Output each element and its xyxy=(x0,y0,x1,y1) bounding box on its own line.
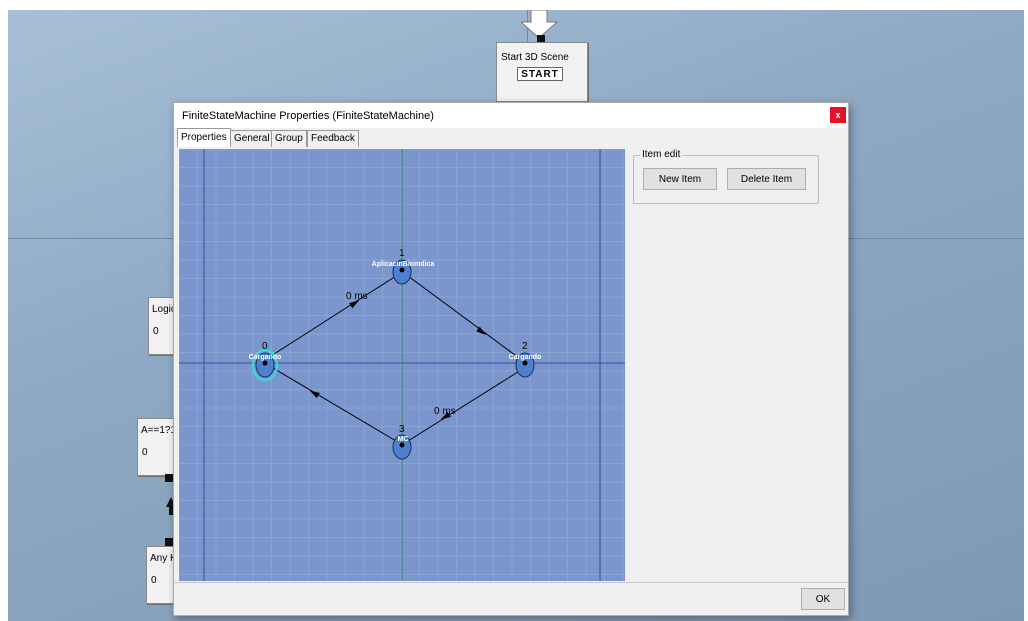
state-dot xyxy=(399,267,405,273)
delete-item-button[interactable]: Delete Item xyxy=(727,168,806,190)
output-pin[interactable] xyxy=(165,474,173,482)
state-id: 0 xyxy=(262,341,268,352)
item-edit-group: Item edit New Item Delete Item xyxy=(633,149,819,204)
dialog-footer: OK xyxy=(174,582,848,615)
transition-label: 0 ms xyxy=(346,291,368,302)
connector-line xyxy=(8,238,173,239)
state-id: 1 xyxy=(399,248,405,259)
tab-group[interactable]: Group xyxy=(271,130,307,147)
state-0[interactable]: 0 Cargando xyxy=(249,341,282,381)
state-machine-diagram[interactable]: 0 ms 0 ms 0 Cargando 1 AplicacinBiomdica… xyxy=(179,149,625,581)
node-value: 0 xyxy=(151,575,157,586)
close-button[interactable]: x xyxy=(830,107,846,123)
transition-edge[interactable] xyxy=(407,369,522,442)
transition-label: 0 ms xyxy=(434,406,456,417)
start-3d-scene-node[interactable]: Start 3D Scene START xyxy=(496,42,588,102)
node-value: 0 xyxy=(142,447,148,458)
tab-feedback[interactable]: Feedback xyxy=(307,130,359,147)
transition-edge[interactable] xyxy=(407,275,520,359)
ok-button[interactable]: OK xyxy=(801,588,845,610)
state-dot xyxy=(522,360,528,366)
dialog-title: FiniteStateMachine Properties (FiniteSta… xyxy=(182,110,434,122)
group-legend: Item edit xyxy=(640,149,683,160)
state-name: Cargando xyxy=(249,354,282,361)
state-3[interactable]: 3 MC xyxy=(392,424,412,460)
new-item-button[interactable]: New Item xyxy=(643,168,717,190)
dialog-titlebar[interactable]: FiniteStateMachine Properties (FiniteSta… xyxy=(174,103,848,128)
state-dot xyxy=(262,360,268,366)
node-value: 0 xyxy=(153,326,159,337)
state-2[interactable]: 2 Cargando xyxy=(509,341,542,378)
transition-edge[interactable] xyxy=(272,367,397,442)
state-name: MC xyxy=(398,436,409,443)
state-id: 3 xyxy=(399,424,405,435)
tab-properties[interactable]: Properties xyxy=(177,128,231,147)
state-dot xyxy=(399,442,405,448)
state-machine-canvas[interactable]: 0 ms 0 ms 0 Cargando 1 AplicacinBiomdica… xyxy=(179,149,625,581)
node-title: Start 3D Scene xyxy=(501,52,569,63)
state-name: Cargando xyxy=(509,354,542,361)
state-name: AplicacinBiomdica xyxy=(372,261,435,268)
connector-line xyxy=(848,238,1024,239)
properties-dialog: FiniteStateMachine Properties (FiniteSta… xyxy=(173,102,849,616)
start-button[interactable]: START xyxy=(517,67,563,81)
state-id: 2 xyxy=(522,341,528,352)
node-title: A==1?1 xyxy=(141,425,177,436)
tab-general[interactable]: General xyxy=(230,130,274,147)
input-pin[interactable] xyxy=(165,538,173,546)
